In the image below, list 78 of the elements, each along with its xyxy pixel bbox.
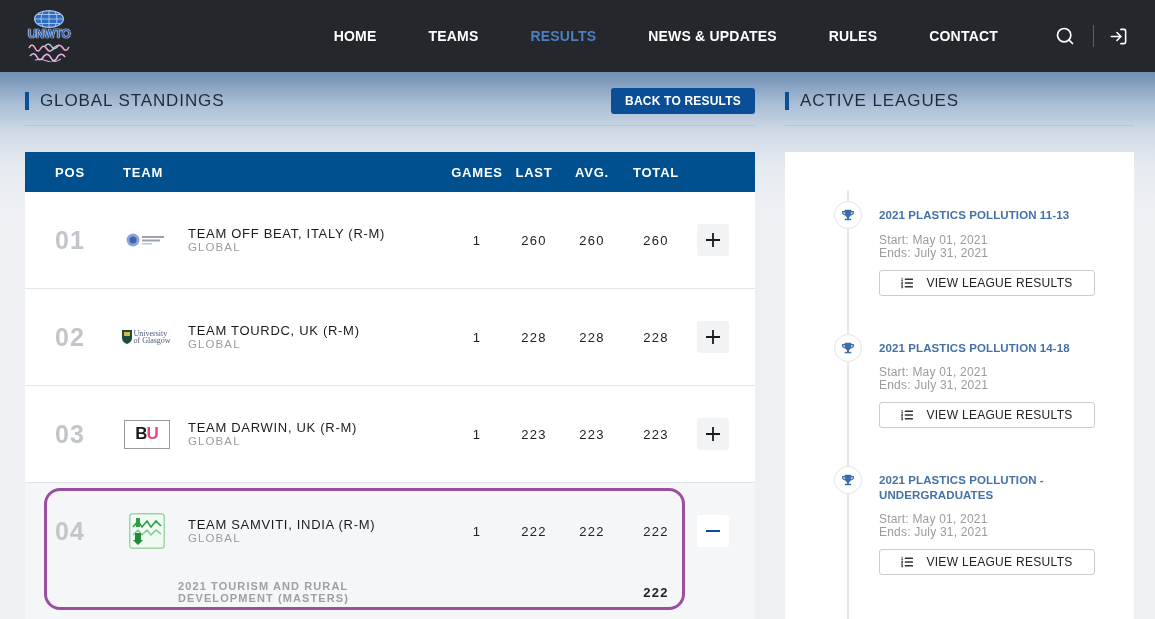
- team-scope: GLOBAL: [188, 532, 242, 544]
- globe-icon: [34, 10, 64, 28]
- logo-text: University of Glasgow: [133, 329, 172, 345]
- nav-link[interactable]: TEAMS: [428, 28, 479, 44]
- column-header: POS: [54, 164, 86, 180]
- expand-button[interactable]: [697, 321, 729, 353]
- start-date: Start: May 01, 2021: [879, 233, 989, 247]
- games-count: 1: [471, 329, 483, 345]
- logo-text: UNWTO: [27, 28, 71, 40]
- team-name: TEAM DARWIN, UK (R-M): [188, 421, 357, 435]
- nav-link[interactable]: RESULTS: [530, 28, 597, 44]
- shield-icon: [121, 330, 132, 344]
- numbered-list-icon: [901, 409, 914, 421]
- collapse-button[interactable]: [697, 515, 729, 547]
- start-date: Start: May 01, 2021: [879, 366, 989, 379]
- numbered-list-icon: [901, 276, 914, 289]
- plus-icon: [706, 233, 720, 247]
- view-results-button[interactable]: VIEW LEAGUE RESULTS: [879, 402, 1095, 428]
- end-date: Ends: July 31, 2021: [879, 526, 990, 539]
- position-number: 03: [54, 419, 86, 449]
- last-score: 223: [520, 426, 548, 442]
- total-score: 223: [642, 426, 670, 442]
- league-points: 222: [642, 584, 670, 600]
- minus-icon: [706, 529, 720, 533]
- total-score: 228: [642, 329, 670, 345]
- games-count: 1: [471, 232, 483, 248]
- games-count: 1: [471, 523, 483, 539]
- league-title[interactable]: 2021 PLASTICS POLLUTION 14-18: [879, 340, 1095, 355]
- column-header: TOTAL: [631, 164, 681, 180]
- view-results-button[interactable]: VIEW LEAGUE RESULTS: [879, 549, 1095, 575]
- trophy-icon: [834, 333, 862, 362]
- column-header: GAMES: [450, 164, 504, 180]
- end-date: Ends: July 31, 2021: [879, 379, 990, 392]
- expand-button[interactable]: [697, 224, 729, 256]
- team-name: TEAM TOURDC, UK (R-M): [188, 324, 360, 338]
- section-title: ACTIVE LEAGUES: [785, 92, 960, 110]
- start-date: Start: May 01, 2021: [879, 513, 989, 526]
- position-number: 01: [54, 225, 86, 255]
- games-count: 1: [471, 426, 483, 442]
- team-name: TEAM OFF BEAT, ITALY (R-M): [188, 227, 386, 241]
- zigzag-logo-icon: [128, 513, 165, 549]
- trophy-icon: [834, 201, 862, 229]
- end-date: Ends: July 31, 2021: [879, 246, 990, 260]
- team-name: TEAM SAMVITI, INDIA (R-M): [188, 518, 376, 532]
- last-score: 260: [520, 232, 548, 248]
- last-score: 228: [520, 329, 548, 345]
- search-icon[interactable]: [1055, 26, 1075, 46]
- column-header: TEAM: [122, 164, 165, 180]
- total-score: 222: [642, 523, 670, 539]
- league-title[interactable]: 2021 PLASTICS POLLUTION 11-13: [879, 208, 1095, 223]
- plus-icon: [706, 427, 720, 441]
- numbered-list-icon: [901, 556, 914, 568]
- average-score: 260: [578, 232, 606, 248]
- nav-link[interactable]: HOME: [333, 28, 377, 44]
- team-scope: GLOBAL: [188, 435, 242, 447]
- average-score: 223: [578, 426, 606, 442]
- position-number: 02: [54, 322, 86, 352]
- monogram-logo: BU: [123, 419, 170, 449]
- log-in-icon[interactable]: [1108, 26, 1128, 46]
- last-score: 222: [520, 523, 548, 539]
- team-scope: GLOBAL: [188, 338, 242, 350]
- plus-icon: [706, 330, 720, 344]
- column-header: LAST: [514, 164, 554, 180]
- average-score: 228: [578, 329, 606, 345]
- nav-link[interactable]: NEWS & UPDATES: [648, 28, 777, 44]
- league-title[interactable]: 2021 PLASTICS POLLUTION - UNDERGRADUATES: [879, 473, 1095, 502]
- view-results-button[interactable]: VIEW LEAGUE RESULTS: [879, 269, 1095, 296]
- section-title: GLOBAL STANDINGS: [25, 92, 225, 110]
- nav-link[interactable]: RULES: [828, 28, 878, 44]
- nav-link[interactable]: CONTACT: [929, 28, 998, 44]
- back-button[interactable]: BACK TO RESULTS: [611, 88, 755, 114]
- total-score: 260: [642, 232, 670, 248]
- team-scope: GLOBAL: [188, 241, 242, 253]
- expand-button[interactable]: [697, 418, 729, 450]
- average-score: 222: [578, 523, 606, 539]
- column-header: AVG.: [574, 164, 610, 180]
- league-name: 2021 TOURISM AND RURAL DEVELOPMENT (MASTERS): [178, 580, 350, 604]
- trophy-icon: [834, 466, 862, 494]
